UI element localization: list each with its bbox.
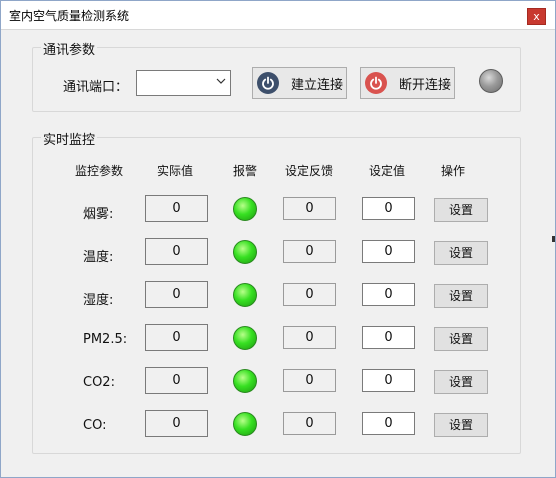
alarm-indicator-pm25 — [233, 326, 257, 350]
set-button-co[interactable]: 设置 — [434, 413, 488, 437]
setpoint-input-humidity[interactable]: 0 — [362, 283, 415, 306]
chevron-down-icon — [216, 76, 226, 89]
actual-value-temperature: 0 — [145, 238, 208, 265]
feedback-value-humidity: 0 — [283, 283, 336, 306]
feedback-value-smoke: 0 — [283, 197, 336, 220]
feedback-value-temperature: 0 — [283, 240, 336, 263]
actual-value-smoke: 0 — [145, 195, 208, 222]
set-button-temperature[interactable]: 设置 — [434, 241, 488, 265]
port-select[interactable] — [136, 70, 231, 96]
row-label-co2: CO2: — [83, 375, 115, 390]
header-feedback: 设定反馈 — [284, 164, 333, 178]
row-label-smoke: 烟雾: — [83, 207, 114, 222]
window-title: 室内空气质量检测系统 — [9, 9, 130, 23]
alarm-indicator-humidity — [233, 283, 257, 307]
header-actual: 实际值 — [156, 164, 193, 178]
monitor-group-title: 实时监控 — [41, 129, 98, 148]
actual-value-co2: 0 — [145, 367, 208, 394]
set-button-co2[interactable]: 设置 — [434, 370, 488, 394]
power-icon — [365, 72, 387, 94]
connect-label: 建立连接 — [291, 77, 344, 93]
alarm-indicator-co2 — [233, 369, 257, 393]
row-label-temperature: 温度: — [83, 250, 114, 265]
disconnect-label: 断开连接 — [399, 77, 452, 93]
setpoint-input-co[interactable]: 0 — [362, 412, 415, 435]
set-button-humidity[interactable]: 设置 — [434, 284, 488, 308]
feedback-value-co: 0 — [283, 412, 336, 435]
actual-value-pm25: 0 — [145, 324, 208, 351]
feedback-value-pm25: 0 — [283, 326, 336, 349]
alarm-indicator-temperature — [233, 240, 257, 264]
comm-group-title: 通讯参数 — [41, 39, 98, 58]
row-label-co: CO: — [83, 418, 107, 433]
close-button[interactable]: x — [527, 8, 546, 25]
setpoint-input-pm25[interactable]: 0 — [362, 326, 415, 349]
alarm-indicator-smoke — [233, 197, 257, 221]
feedback-value-co2: 0 — [283, 369, 336, 392]
alarm-indicator-co — [233, 412, 257, 436]
row-label-pm25: PM2.5: — [83, 332, 128, 347]
resize-grip[interactable] — [552, 236, 555, 242]
setpoint-input-co2[interactable]: 0 — [362, 369, 415, 392]
main-window: 室内空气质量检测系统 x 通讯参数 通讯端口： 建立连接 断开连接 实时监控 监… — [0, 0, 556, 478]
setpoint-input-temperature[interactable]: 0 — [362, 240, 415, 263]
actual-value-humidity: 0 — [145, 281, 208, 308]
setpoint-input-smoke[interactable]: 0 — [362, 197, 415, 220]
set-button-smoke[interactable]: 设置 — [434, 198, 488, 222]
row-label-humidity: 湿度: — [83, 293, 114, 308]
connect-button[interactable]: 建立连接 — [252, 67, 347, 99]
set-button-pm25[interactable]: 设置 — [434, 327, 488, 351]
disconnect-button[interactable]: 断开连接 — [360, 67, 455, 99]
header-param: 监控参数 — [74, 164, 123, 178]
connection-status-indicator — [479, 69, 503, 93]
header-action: 操作 — [440, 164, 465, 178]
title-bar: 室内空气质量检测系统 x — [1, 1, 555, 30]
actual-value-co: 0 — [145, 410, 208, 437]
port-label: 通讯端口： — [63, 80, 129, 95]
power-icon — [257, 72, 279, 94]
